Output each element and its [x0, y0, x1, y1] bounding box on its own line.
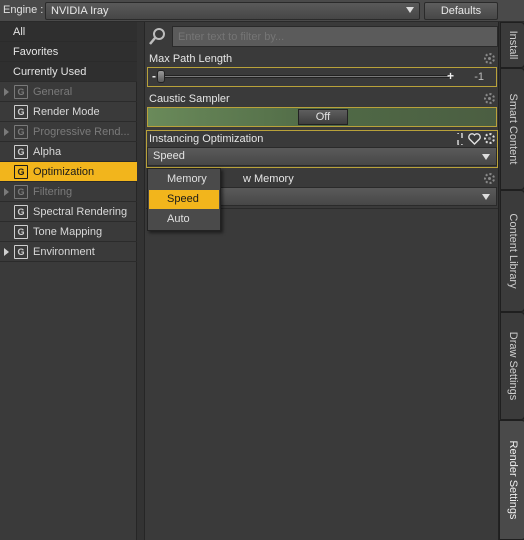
category-tone-mapping[interactable]: G Tone Mapping — [0, 222, 137, 242]
tab-label: Content Library — [506, 213, 519, 289]
slider-thumb[interactable] — [157, 70, 165, 83]
dropdown-option-auto[interactable]: Auto — [149, 210, 219, 229]
tab-render-settings[interactable]: Render Settings — [499, 420, 524, 540]
category-favorites[interactable]: Favorites — [0, 42, 137, 62]
max-path-length-title: Max Path Length — [147, 51, 497, 67]
tab-draw-settings[interactable]: Draw Settings — [500, 312, 524, 420]
expand-arrow-icon[interactable] — [4, 128, 9, 136]
category-label: General — [33, 86, 73, 98]
tab-label: Smart Content — [506, 93, 519, 165]
expand-arrow-icon[interactable] — [4, 88, 9, 96]
slider-increment[interactable]: + — [447, 69, 454, 83]
gear-icon[interactable] — [484, 173, 495, 184]
dropdown-option-speed[interactable]: Speed — [149, 190, 219, 209]
expand-arrow-icon[interactable] — [4, 248, 9, 256]
property-label: Max Path Length — [149, 53, 233, 65]
instancing-optimization-title: Instancing Optimization — [147, 131, 497, 147]
max-path-length-slider[interactable]: - + -1 — [147, 67, 497, 87]
group-icon: G — [14, 105, 28, 119]
group-icon: G — [14, 185, 28, 199]
category-label: Optimization — [33, 166, 95, 178]
tab-label: Draw Settings — [506, 331, 519, 401]
tab-label: Render Settings — [506, 440, 519, 520]
property-panel-empty-area — [146, 208, 498, 540]
category-currently-used[interactable]: Currently Used — [0, 62, 137, 82]
category-label: Tone Mapping — [33, 226, 103, 238]
property-label: w Memory — [243, 173, 294, 185]
property-label: Instancing Optimization — [149, 133, 264, 145]
heart-icon[interactable] — [468, 133, 481, 145]
engine-label: Engine : — [3, 4, 44, 16]
engine-select-value: NVIDIA Iray — [51, 5, 109, 17]
slider-decrement[interactable]: - — [152, 69, 156, 83]
slider-track[interactable] — [164, 75, 450, 78]
group-icon: G — [14, 145, 28, 159]
group-icon: G — [14, 245, 28, 259]
side-tab-bar: Install Smart Content Content Library Dr… — [498, 22, 524, 540]
dropdown-option-memory[interactable]: Memory — [149, 170, 219, 189]
category-general[interactable]: G General — [0, 82, 137, 102]
category-alpha[interactable]: G Alpha — [0, 142, 137, 162]
gear-icon[interactable] — [484, 93, 495, 104]
gear-icon[interactable] — [484, 133, 495, 144]
category-render-mode[interactable]: G Render Mode — [0, 102, 137, 122]
category-label: Environment — [33, 246, 95, 258]
defaults-button[interactable]: Defaults — [424, 2, 498, 20]
category-list: All Favorites Currently Used G General G… — [0, 22, 137, 540]
category-progressive-rendering[interactable]: G Progressive Rend... — [0, 122, 137, 142]
chevron-down-icon — [482, 154, 490, 160]
instancing-optimization-select[interactable]: Speed — [147, 147, 497, 166]
caustic-sampler-toggle[interactable]: Off — [298, 109, 348, 125]
group-icon: G — [14, 225, 28, 239]
group-icon: G — [14, 205, 28, 219]
link-icon[interactable] — [455, 133, 465, 145]
property-label: Caustic Sampler — [149, 93, 230, 105]
category-optimization[interactable]: G Optimization — [0, 162, 137, 182]
tab-content-library[interactable]: Content Library — [500, 190, 524, 312]
category-label: Alpha — [33, 146, 62, 158]
engine-bar: Engine : NVIDIA Iray Defaults — [0, 0, 524, 22]
expand-arrow-icon[interactable] — [4, 188, 9, 196]
category-label: Render Mode — [33, 106, 100, 118]
category-label: Spectral Rendering — [33, 206, 128, 218]
category-environment[interactable]: G Environment — [0, 242, 137, 262]
chevron-down-icon — [482, 194, 490, 200]
filter-bar — [146, 26, 498, 47]
tab-install[interactable]: Install — [500, 22, 524, 68]
group-icon: G — [14, 125, 28, 139]
slider-value[interactable]: -1 — [474, 71, 484, 83]
group-icon: G — [14, 165, 28, 179]
caustic-sampler-title: Caustic Sampler — [147, 91, 497, 107]
select-value: Speed — [153, 150, 185, 162]
category-label: Progressive Rend... — [33, 126, 130, 138]
category-all[interactable]: All — [0, 22, 137, 42]
engine-select[interactable]: NVIDIA Iray — [45, 2, 420, 20]
filter-input[interactable] — [172, 26, 498, 47]
category-label: Filtering — [33, 186, 73, 198]
tab-smart-content[interactable]: Smart Content — [500, 68, 524, 190]
gear-icon[interactable] — [484, 53, 495, 64]
category-filtering[interactable]: G Filtering — [0, 182, 137, 202]
panel-splitter[interactable] — [137, 22, 145, 540]
category-spectral-rendering[interactable]: G Spectral Rendering — [0, 202, 137, 222]
search-icon[interactable] — [148, 27, 168, 46]
caustic-sampler-row: Off — [147, 107, 497, 127]
chevron-down-icon — [406, 7, 414, 13]
group-icon: G — [14, 85, 28, 99]
instancing-dropdown-menu: Memory Speed Auto — [147, 168, 221, 231]
tab-label: Install — [506, 30, 519, 60]
